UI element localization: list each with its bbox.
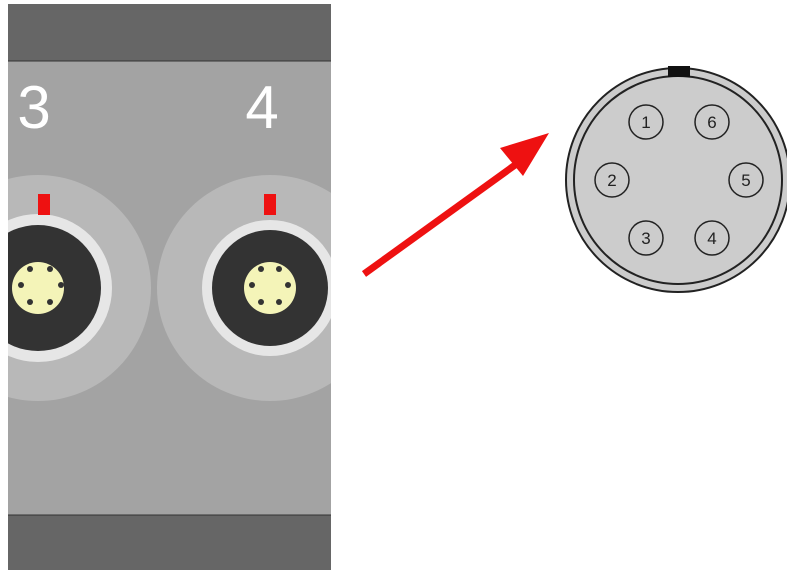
pin-insert bbox=[244, 262, 296, 314]
port-label-3: 3 bbox=[17, 74, 50, 141]
pin-label: 3 bbox=[641, 229, 650, 248]
connector-pinout-diagram: 3 4 1 2 3 4 5 6 bbox=[8, 4, 787, 570]
key-marker bbox=[264, 194, 276, 215]
pin-label: 5 bbox=[741, 171, 750, 190]
pin-label: 6 bbox=[707, 113, 716, 132]
panel-bottom-band bbox=[8, 515, 331, 570]
device-panel: 3 4 bbox=[8, 4, 331, 570]
pinout-face bbox=[573, 75, 783, 285]
connector-pinout: 1 2 3 4 5 6 bbox=[565, 66, 787, 293]
pin-label: 4 bbox=[707, 229, 716, 248]
pin-insert bbox=[12, 262, 64, 314]
pin-label: 1 bbox=[641, 113, 650, 132]
port-label-4: 4 bbox=[245, 74, 278, 141]
key-marker bbox=[38, 194, 50, 215]
pointer-arrow bbox=[361, 133, 549, 277]
pin-label: 2 bbox=[607, 171, 616, 190]
port-4-connector bbox=[157, 175, 331, 401]
panel-top-band bbox=[8, 4, 331, 61]
pinout-key-notch bbox=[668, 66, 690, 77]
